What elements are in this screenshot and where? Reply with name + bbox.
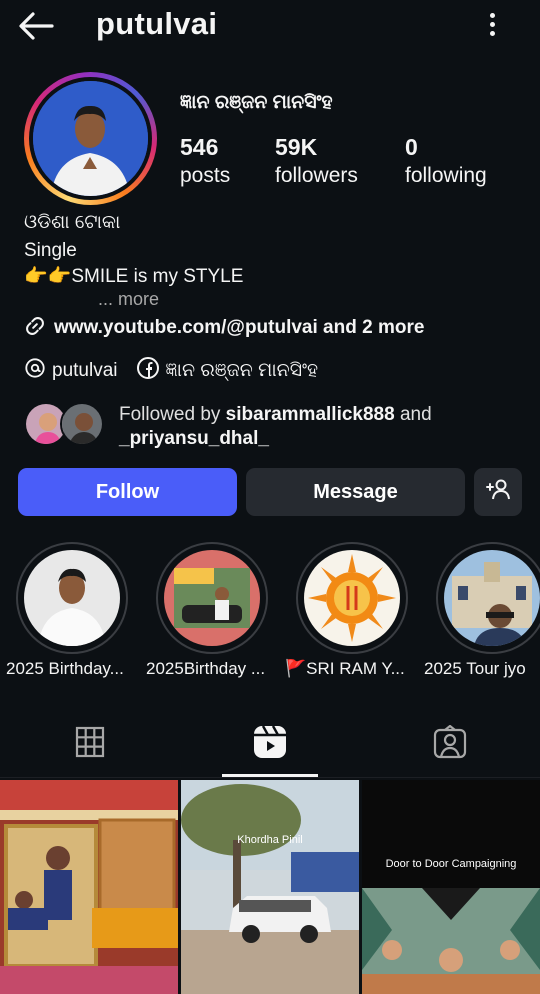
tab-tagged[interactable]: [402, 712, 498, 776]
following-count: 0: [405, 134, 418, 160]
reel-thumbnail[interactable]: [0, 780, 178, 994]
reels-grid: Khordha Pinil Door to Door Campaigning: [0, 780, 540, 994]
top-bar: putulvai: [0, 0, 540, 56]
highlight-label: 2025 Tour jyo: [424, 659, 526, 678]
highlight-label: 🚩SRI RAM Y...: [285, 659, 405, 678]
reels-icon: [252, 724, 288, 765]
profile-avatar[interactable]: [24, 72, 157, 205]
highlight-label: 2025 Birthday...: [6, 659, 124, 678]
story-highlight[interactable]: [296, 542, 408, 654]
mutual-followers[interactable]: Followed by sibarammallick888 and _priya…: [24, 400, 524, 452]
tab-posts-grid[interactable]: [42, 712, 138, 776]
mutual-avatar: [60, 402, 104, 446]
threads-handle: putulvai: [52, 360, 118, 381]
active-tab-indicator: [222, 774, 318, 777]
social-links: putulvai ଜ୍ଞାନ ରଞ୍ଜନ ମାନସିଂହ: [24, 356, 336, 386]
highlight-cover: [164, 550, 260, 646]
bio-links[interactable]: www.youtube.com/@putulvai and 2 more: [24, 314, 424, 342]
add-person-icon: [485, 478, 511, 506]
followers-label: followers: [275, 164, 358, 187]
reel-thumbnail[interactable]: Door to Door Campaigning: [362, 780, 540, 994]
posts-count-stat[interactable]: 546 posts: [180, 134, 230, 188]
profile-tabs: [0, 712, 540, 778]
story-highlight[interactable]: [436, 542, 540, 654]
back-arrow-icon[interactable]: [16, 10, 56, 42]
story-highlight[interactable]: [16, 542, 128, 654]
highlight-cover: [24, 550, 120, 646]
profile-username: putulvai: [96, 6, 218, 41]
posts-label: posts: [180, 164, 231, 187]
facebook-icon: [136, 356, 160, 386]
followed-by-text: Followed by sibarammallick888 and _priya…: [119, 404, 432, 449]
bio-line: Single: [24, 240, 77, 261]
highlight-cover: [304, 550, 400, 646]
reel-caption: Door to Door Campaigning: [385, 858, 517, 870]
message-button[interactable]: Message: [246, 468, 465, 516]
facebook-name: ଜ୍ଞାନ ରଞ୍ଜନ ମାନସିଂହ: [165, 360, 319, 381]
threads-icon: [24, 357, 46, 385]
bio-link-text: www.youtube.com/@putulvai and 2 more: [54, 317, 425, 338]
reel-thumbnail[interactable]: Khordha Pinil: [181, 780, 359, 994]
mutual-user-link[interactable]: sibarammallick888: [226, 404, 395, 425]
suggest-people-button[interactable]: [474, 468, 522, 516]
followers-count: 59K: [275, 134, 318, 160]
profile-full-name: ଜ୍ଞାନ ରଞ୍ଜନ ମାନସିଂହ: [180, 92, 333, 113]
tagged-icon: [433, 724, 467, 764]
highlight-label: 2025Birthday ...: [146, 659, 266, 678]
bio-more-link[interactable]: ... more: [98, 289, 159, 310]
followers-count-stat[interactable]: 59K followers: [275, 134, 358, 188]
following-count-stat[interactable]: 0 following: [405, 134, 487, 188]
bio-line: 👉👉SMILE is my STYLE: [24, 266, 244, 287]
grid-icon: [75, 726, 105, 763]
bio-line: ଓଡିଶା ଟୋକା: [24, 212, 121, 233]
link-icon: [24, 315, 46, 342]
following-label: following: [405, 164, 487, 187]
follow-button[interactable]: Follow: [18, 468, 237, 516]
mutual-user-link[interactable]: _priyansu_dhal_: [119, 428, 269, 449]
tab-reels[interactable]: [222, 712, 318, 776]
threads-link[interactable]: putulvai: [24, 357, 118, 385]
story-highlight[interactable]: [156, 542, 268, 654]
avatar-photo: [33, 81, 148, 196]
more-options-icon[interactable]: [480, 10, 504, 44]
facebook-link[interactable]: ଜ୍ଞାନ ରଞ୍ଜନ ମାନସିଂହ: [136, 356, 319, 386]
highlight-cover: [444, 550, 540, 646]
posts-count: 546: [180, 134, 219, 160]
reel-caption: Khordha Pinil: [237, 834, 303, 846]
